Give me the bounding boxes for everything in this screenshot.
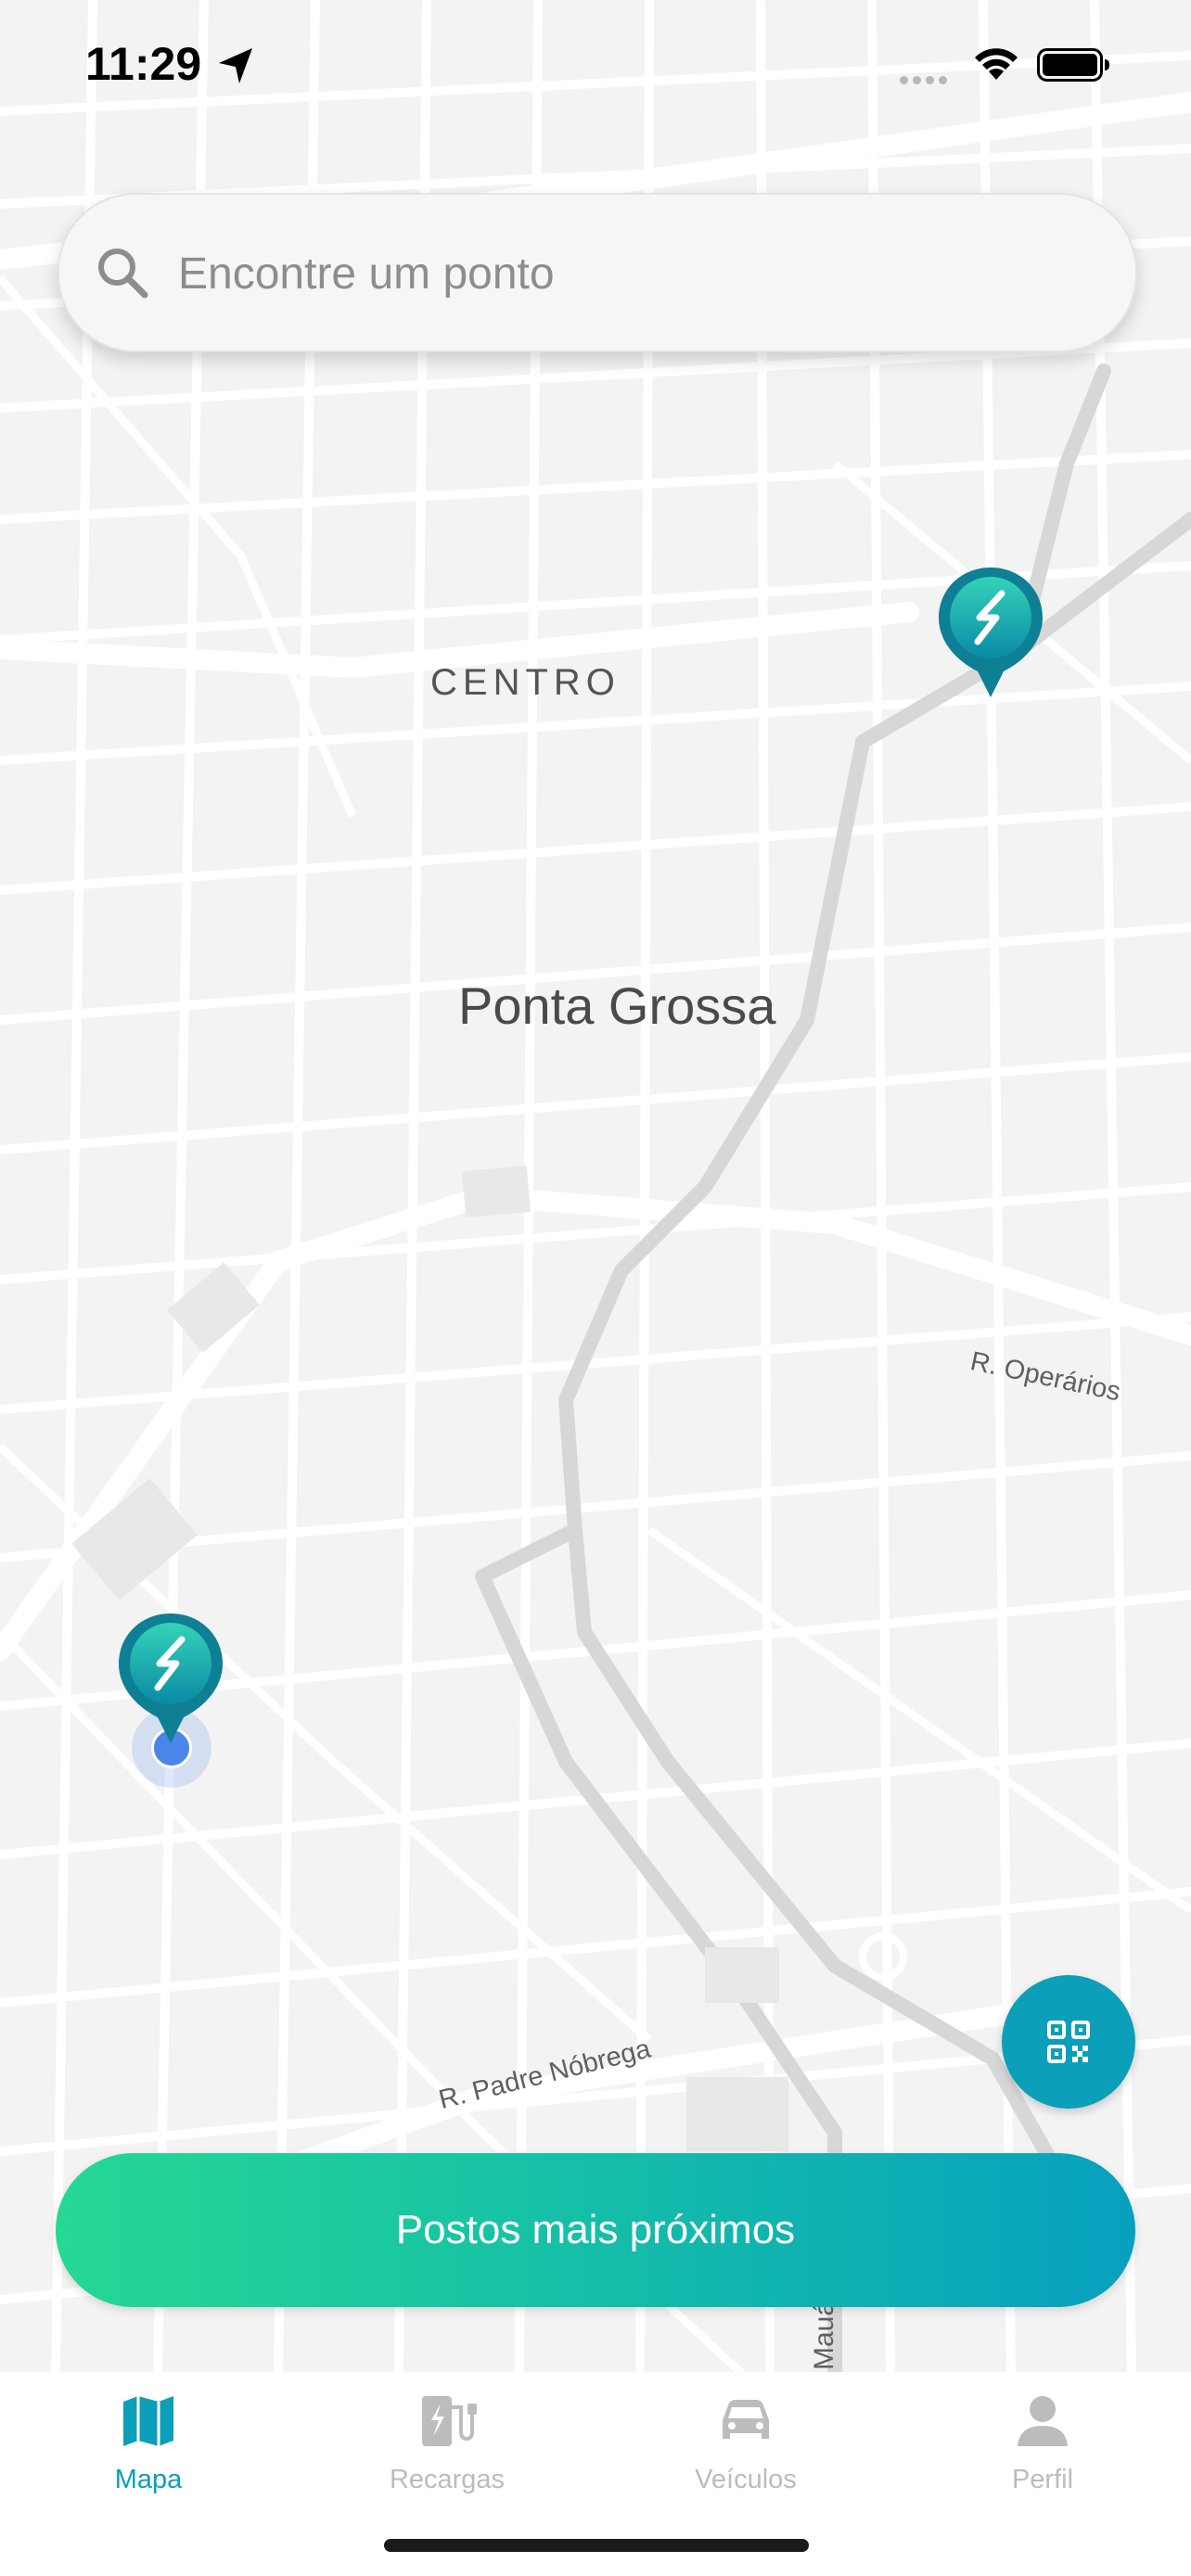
map-icon bbox=[123, 2396, 173, 2446]
street-label-maua: Mauá bbox=[809, 2300, 839, 2370]
search-icon bbox=[98, 249, 148, 299]
city-label: Ponta Grossa bbox=[458, 976, 776, 1035]
cellular-signal-icon bbox=[900, 72, 952, 89]
tab-perfil[interactable]: Perfil bbox=[922, 2391, 1163, 2530]
qr-scan-button[interactable] bbox=[1002, 1975, 1135, 2109]
location-arrow-icon bbox=[219, 48, 252, 83]
car-icon bbox=[723, 2400, 769, 2439]
charger-icon bbox=[422, 2396, 477, 2446]
person-icon bbox=[1018, 2396, 1068, 2446]
tab-veiculos[interactable]: Veículos bbox=[625, 2391, 866, 2530]
status-bar: 11:29 bbox=[0, 0, 1191, 130]
tab-label: Mapa bbox=[114, 2465, 183, 2494]
nearest-stations-button[interactable]: Postos mais próximos bbox=[56, 2153, 1135, 2307]
search-bar[interactable] bbox=[58, 193, 1137, 352]
tab-mapa[interactable]: Mapa bbox=[28, 2391, 269, 2530]
tab-label: Recargas bbox=[389, 2465, 506, 2494]
lightning-icon bbox=[119, 1613, 223, 1743]
lightning-icon bbox=[939, 567, 1043, 697]
home-indicator bbox=[384, 2539, 809, 2552]
charging-station-marker[interactable] bbox=[935, 564, 1046, 703]
wifi-icon bbox=[975, 48, 1018, 80]
search-input[interactable] bbox=[176, 230, 1070, 317]
status-time: 11:29 bbox=[85, 38, 202, 90]
district-label: CENTRO bbox=[430, 662, 621, 703]
tab-label: Veículos bbox=[695, 2465, 797, 2494]
tab-recargas[interactable]: Recargas bbox=[327, 2391, 568, 2530]
qr-code-icon bbox=[1047, 2021, 1090, 2063]
battery-icon bbox=[1037, 48, 1109, 82]
charging-station-marker[interactable] bbox=[115, 1610, 226, 1749]
tab-label: Perfil bbox=[1011, 2465, 1074, 2494]
